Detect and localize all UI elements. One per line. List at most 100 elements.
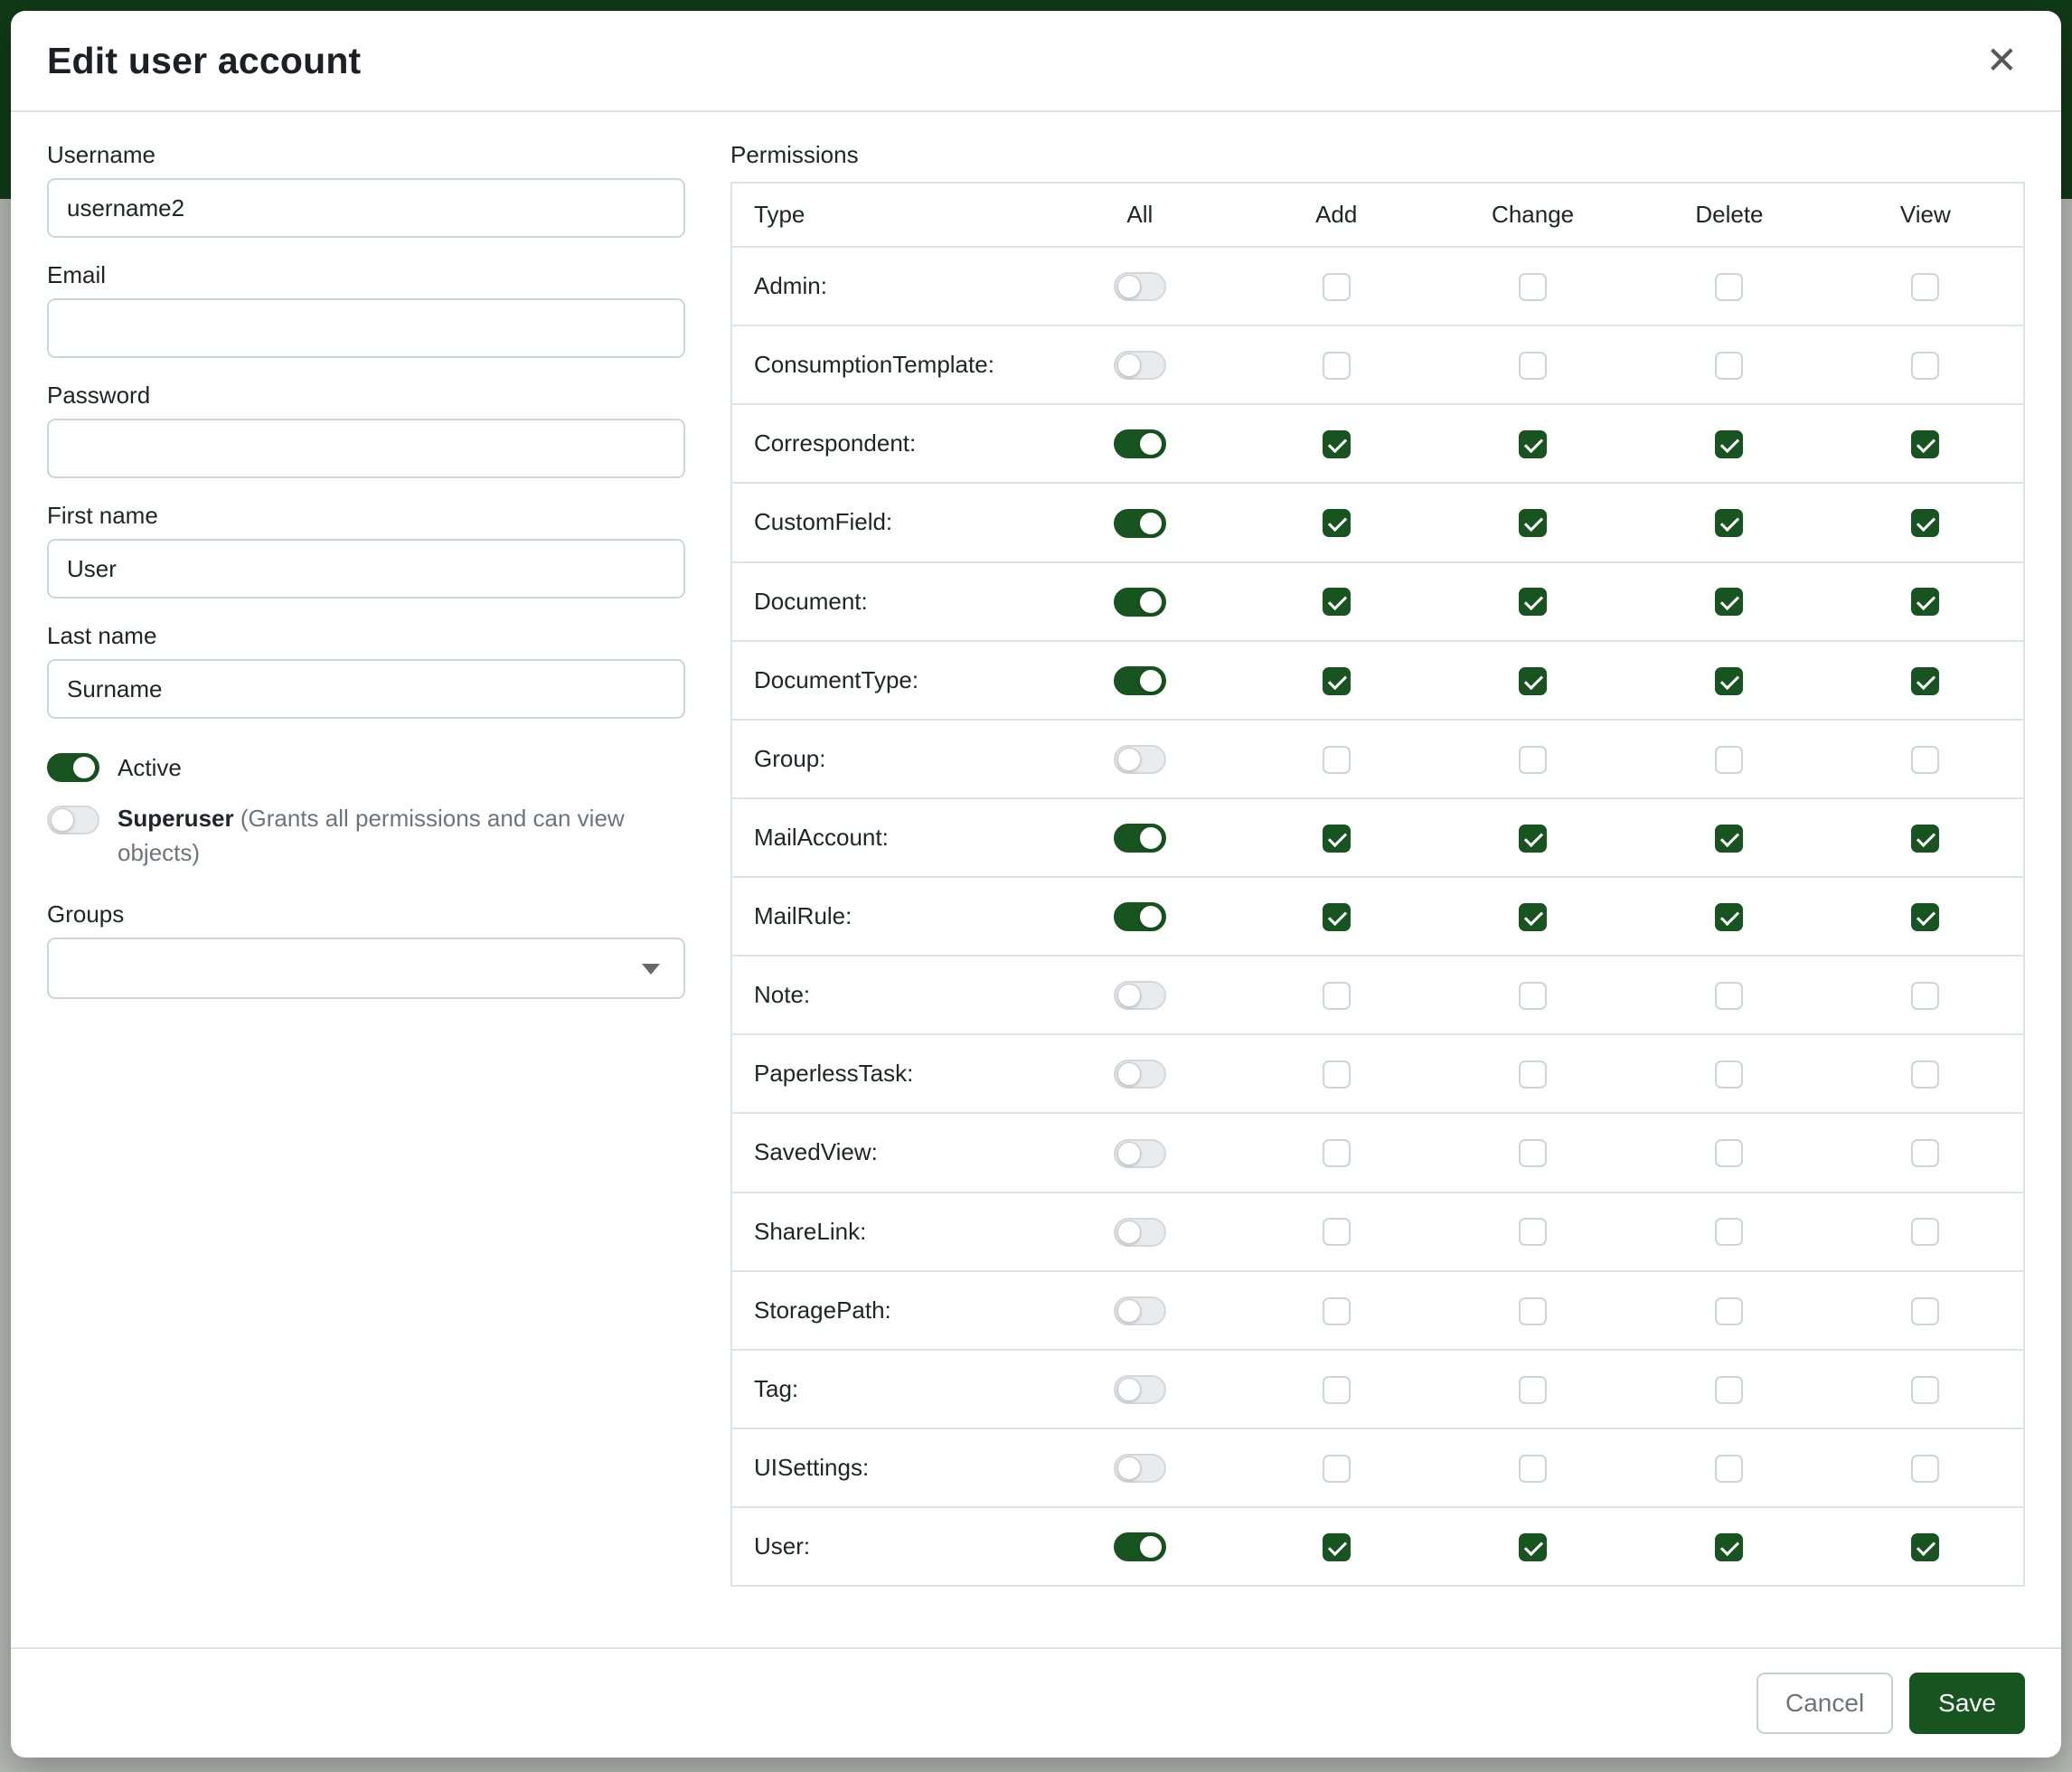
- permission-change-checkbox[interactable]: [1519, 1376, 1547, 1404]
- permission-change-checkbox[interactable]: [1519, 430, 1547, 458]
- permission-delete-checkbox[interactable]: [1715, 588, 1743, 616]
- permission-add-checkbox[interactable]: [1323, 588, 1351, 616]
- permission-change-checkbox[interactable]: [1519, 1455, 1547, 1483]
- permission-view-checkbox[interactable]: [1911, 430, 1939, 458]
- permission-delete-checkbox[interactable]: [1715, 1297, 1743, 1325]
- permission-delete-checkbox[interactable]: [1715, 1376, 1743, 1404]
- permission-change-checkbox[interactable]: [1519, 825, 1547, 853]
- permission-add-checkbox[interactable]: [1323, 1218, 1351, 1246]
- permission-add-checkbox[interactable]: [1323, 825, 1351, 853]
- permission-change-checkbox[interactable]: [1519, 273, 1547, 301]
- permission-all-toggle[interactable]: [1114, 1532, 1166, 1561]
- permission-view-checkbox[interactable]: [1911, 667, 1939, 695]
- permission-all-toggle[interactable]: [1114, 509, 1166, 538]
- permission-change-checkbox[interactable]: [1519, 746, 1547, 774]
- permission-change-checkbox[interactable]: [1519, 1297, 1547, 1325]
- permission-change-checkbox[interactable]: [1519, 509, 1547, 537]
- permission-delete-checkbox[interactable]: [1715, 1533, 1743, 1561]
- permission-view-checkbox[interactable]: [1911, 982, 1939, 1010]
- permission-delete-checkbox[interactable]: [1715, 509, 1743, 537]
- permission-change-checkbox[interactable]: [1519, 1533, 1547, 1561]
- permission-change-checkbox[interactable]: [1519, 1139, 1547, 1167]
- permission-change-checkbox[interactable]: [1519, 588, 1547, 616]
- permission-add-checkbox[interactable]: [1323, 1297, 1351, 1325]
- email-input[interactable]: [47, 298, 685, 358]
- permission-add-checkbox[interactable]: [1323, 352, 1351, 380]
- switch-knob: [1139, 826, 1163, 850]
- permission-all-toggle[interactable]: [1114, 1139, 1166, 1168]
- permission-view-checkbox[interactable]: [1911, 1218, 1939, 1246]
- last-name-field-group: Last name: [47, 622, 685, 719]
- permission-delete-checkbox[interactable]: [1715, 352, 1743, 380]
- permission-change-checkbox[interactable]: [1519, 667, 1547, 695]
- permission-delete-checkbox[interactable]: [1715, 903, 1743, 931]
- permission-view-checkbox[interactable]: [1911, 825, 1939, 853]
- permission-all-toggle[interactable]: [1114, 588, 1166, 617]
- permission-all-toggle[interactable]: [1114, 824, 1166, 853]
- permission-add-checkbox[interactable]: [1323, 1533, 1351, 1561]
- password-input[interactable]: [47, 419, 685, 478]
- first-name-input[interactable]: [47, 539, 685, 599]
- cancel-button[interactable]: Cancel: [1756, 1673, 1893, 1734]
- permission-delete-checkbox[interactable]: [1715, 1218, 1743, 1246]
- permission-add-checkbox[interactable]: [1323, 430, 1351, 458]
- permission-add-checkbox[interactable]: [1323, 746, 1351, 774]
- permission-all-toggle[interactable]: [1114, 351, 1166, 380]
- permission-delete-checkbox[interactable]: [1715, 1139, 1743, 1167]
- active-toggle[interactable]: [47, 753, 99, 782]
- permission-delete-checkbox[interactable]: [1715, 1060, 1743, 1089]
- permission-add-checkbox[interactable]: [1323, 1139, 1351, 1167]
- permission-change-checkbox[interactable]: [1519, 1060, 1547, 1089]
- permission-add-checkbox[interactable]: [1323, 1455, 1351, 1483]
- permission-all-toggle[interactable]: [1114, 1218, 1166, 1247]
- permission-view-checkbox[interactable]: [1911, 1139, 1939, 1167]
- permission-add-checkbox[interactable]: [1323, 1060, 1351, 1089]
- permission-change-checkbox[interactable]: [1519, 903, 1547, 931]
- permission-view-checkbox[interactable]: [1911, 1060, 1939, 1089]
- permission-view-checkbox[interactable]: [1911, 746, 1939, 774]
- permission-view-checkbox[interactable]: [1911, 273, 1939, 301]
- permission-add-checkbox[interactable]: [1323, 982, 1351, 1010]
- permission-all-toggle[interactable]: [1114, 745, 1166, 774]
- save-button[interactable]: Save: [1909, 1673, 2025, 1734]
- permission-add-checkbox[interactable]: [1323, 1376, 1351, 1404]
- last-name-input[interactable]: [47, 659, 685, 719]
- permission-view-checkbox[interactable]: [1911, 1455, 1939, 1483]
- permission-add-checkbox[interactable]: [1323, 667, 1351, 695]
- permission-all-toggle[interactable]: [1114, 902, 1166, 931]
- permission-all-toggle[interactable]: [1114, 272, 1166, 301]
- close-icon[interactable]: ✕: [1979, 38, 2025, 83]
- permission-all-toggle[interactable]: [1114, 1375, 1166, 1404]
- permission-all-toggle[interactable]: [1114, 429, 1166, 458]
- permission-all-toggle[interactable]: [1114, 981, 1166, 1010]
- permission-view-checkbox[interactable]: [1911, 352, 1939, 380]
- permission-delete-checkbox[interactable]: [1715, 1455, 1743, 1483]
- superuser-toggle-row: Superuser (Grants all permissions and ca…: [47, 802, 685, 870]
- permission-view-checkbox[interactable]: [1911, 903, 1939, 931]
- permission-add-checkbox[interactable]: [1323, 509, 1351, 537]
- superuser-toggle[interactable]: [47, 806, 99, 834]
- permission-all-toggle[interactable]: [1114, 666, 1166, 695]
- permission-delete-checkbox[interactable]: [1715, 746, 1743, 774]
- groups-select[interactable]: [47, 938, 685, 999]
- permission-change-checkbox[interactable]: [1519, 982, 1547, 1010]
- permission-add-checkbox[interactable]: [1323, 273, 1351, 301]
- permission-delete-checkbox[interactable]: [1715, 273, 1743, 301]
- permission-add-checkbox[interactable]: [1323, 903, 1351, 931]
- permission-change-checkbox[interactable]: [1519, 352, 1547, 380]
- permission-delete-checkbox[interactable]: [1715, 667, 1743, 695]
- permission-delete-checkbox[interactable]: [1715, 825, 1743, 853]
- permission-delete-checkbox[interactable]: [1715, 982, 1743, 1010]
- username-input[interactable]: [47, 178, 685, 238]
- permission-view-checkbox[interactable]: [1911, 1376, 1939, 1404]
- permission-delete-checkbox[interactable]: [1715, 430, 1743, 458]
- permission-view-checkbox[interactable]: [1911, 1533, 1939, 1561]
- permission-view-checkbox[interactable]: [1911, 1297, 1939, 1325]
- permission-all-toggle[interactable]: [1114, 1296, 1166, 1325]
- permission-view-checkbox[interactable]: [1911, 588, 1939, 616]
- permission-change-checkbox[interactable]: [1519, 1218, 1547, 1246]
- permission-all-toggle[interactable]: [1114, 1454, 1166, 1483]
- permission-row: PaperlessTask:: [731, 1034, 2024, 1113]
- permission-all-toggle[interactable]: [1114, 1060, 1166, 1089]
- permission-view-checkbox[interactable]: [1911, 509, 1939, 537]
